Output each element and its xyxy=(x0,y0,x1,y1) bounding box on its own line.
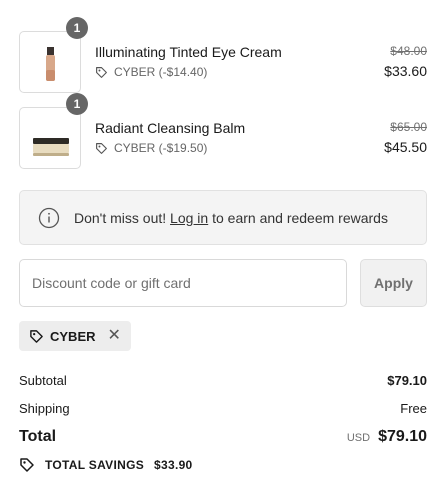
quantity-badge: 1 xyxy=(66,17,88,39)
product-name: Radiant Cleansing Balm xyxy=(95,120,246,136)
subtotal-label: Subtotal xyxy=(19,373,67,388)
item-discount: CYBER (-$19.50) xyxy=(95,141,207,155)
jar-thumbnail xyxy=(33,138,69,156)
applied-code-label: CYBER xyxy=(50,328,96,344)
product-thumbnail xyxy=(19,107,81,169)
tag-icon xyxy=(96,142,107,154)
total-label: Total xyxy=(19,428,57,445)
total-savings: TOTAL SAVINGS $33.90 xyxy=(19,457,193,473)
item-price: $33.60 xyxy=(384,63,427,79)
original-price: $48.00 xyxy=(390,44,427,58)
remove-discount-icon[interactable]: ✕ xyxy=(108,328,121,344)
cart-item: 1 Radiant Cleansing Balm CYBER (-$19.50)… xyxy=(19,93,427,169)
rewards-text: Don't miss out! Log in to earn and redee… xyxy=(74,210,388,226)
quantity-badge: 1 xyxy=(66,93,88,115)
subtotal-value: $79.10 xyxy=(387,373,427,388)
discount-code-input[interactable] xyxy=(19,259,347,307)
rewards-text-after: to earn and redeem rewards xyxy=(208,209,388,226)
bottle-thumbnail xyxy=(46,47,55,81)
shipping-label: Shipping xyxy=(19,401,70,416)
savings-tag-icon xyxy=(20,458,34,472)
total-value: $79.10 xyxy=(378,428,427,445)
savings-value: $33.90 xyxy=(154,458,193,472)
savings-label: TOTAL SAVINGS xyxy=(45,458,145,472)
applied-discount-tag: CYBER ✕ xyxy=(19,321,131,351)
tag-icon xyxy=(96,66,107,78)
cart-item: 1 Illuminating Tinted Eye Cream CYBER (-… xyxy=(19,17,427,93)
item-discount-label: CYBER (-$19.50) xyxy=(114,141,208,155)
shipping-value: Free xyxy=(400,401,427,416)
info-icon xyxy=(38,207,60,228)
rewards-text-before: Don't miss out! xyxy=(74,209,171,226)
total-amount-group: USD $79.10 xyxy=(347,428,427,446)
original-price: $65.00 xyxy=(390,120,427,134)
apply-button[interactable]: Apply xyxy=(360,259,427,307)
shipping-row: Shipping Free xyxy=(19,401,427,416)
rewards-notice: Don't miss out! Log in to earn and redee… xyxy=(19,190,427,245)
tag-icon xyxy=(30,329,43,343)
product-thumbnail xyxy=(19,31,81,93)
login-link[interactable]: Log in xyxy=(170,210,208,226)
product-name: Illuminating Tinted Eye Cream xyxy=(95,44,282,60)
item-price: $45.50 xyxy=(384,139,427,155)
item-discount-label: CYBER (-$14.40) xyxy=(114,65,208,79)
total-row: Total USD $79.10 xyxy=(19,428,427,446)
currency-code: USD xyxy=(346,432,371,444)
item-discount: CYBER (-$14.40) xyxy=(95,65,207,79)
subtotal-row: Subtotal $79.10 xyxy=(19,373,427,388)
